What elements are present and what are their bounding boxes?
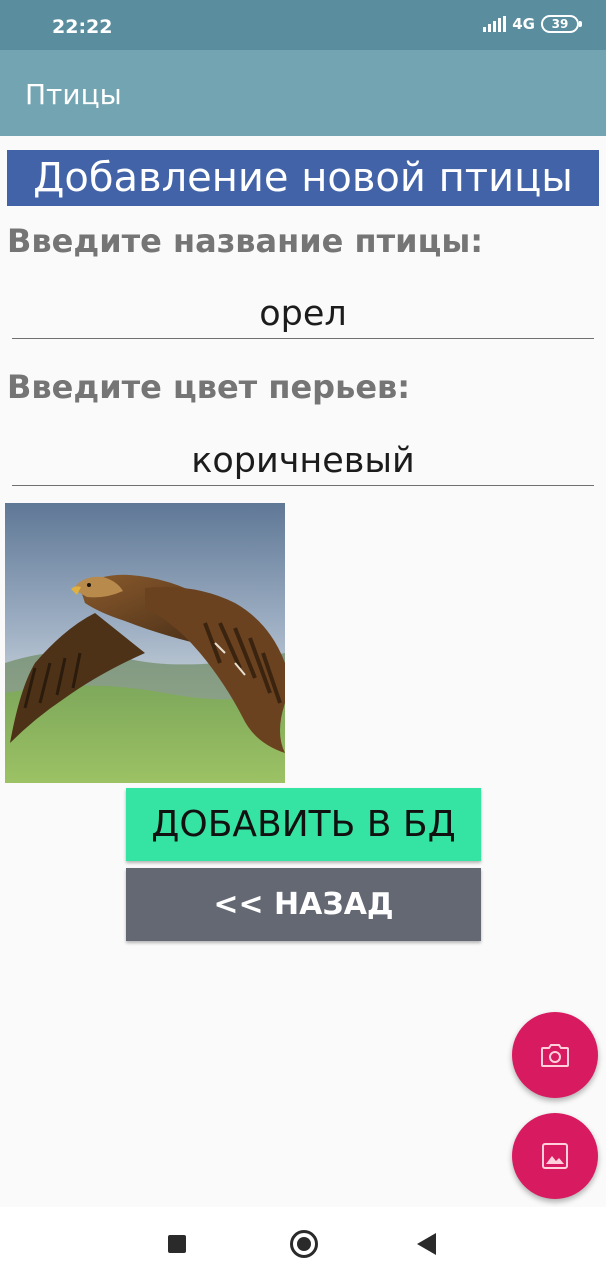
gallery-fab[interactable]	[512, 1113, 598, 1199]
battery-icon: 39	[541, 15, 582, 33]
back-arrow-icon[interactable]	[417, 1233, 436, 1255]
feather-color-input[interactable]: коричневый	[12, 436, 594, 486]
camera-fab[interactable]	[512, 1012, 598, 1098]
feather-color-label: Введите цвет перьев:	[7, 368, 411, 406]
system-nav-bar	[0, 1207, 606, 1280]
network-type: 4G	[512, 15, 535, 33]
bird-name-label: Введите название птицы:	[7, 222, 484, 260]
signal-icon	[483, 16, 507, 32]
add-to-db-button[interactable]: ДОБАВИТЬ В БД	[126, 788, 481, 861]
form-header: Добавление новой птицы	[7, 150, 599, 206]
status-indicators: 4G 39	[483, 15, 582, 33]
back-button[interactable]: << НАЗАД	[126, 868, 481, 941]
recents-icon[interactable]	[168, 1235, 186, 1253]
bird-photo	[5, 503, 285, 783]
image-icon	[542, 1143, 568, 1169]
status-time: 22:22	[52, 16, 113, 38]
camera-icon	[541, 1044, 569, 1067]
bird-name-input[interactable]: орел	[12, 289, 594, 339]
status-bar: 22:22 4G 39	[0, 0, 606, 50]
home-icon[interactable]	[290, 1230, 318, 1258]
app-bar: Птицы	[0, 50, 606, 136]
battery-level: 39	[551, 17, 569, 31]
app-title: Птицы	[25, 78, 122, 111]
